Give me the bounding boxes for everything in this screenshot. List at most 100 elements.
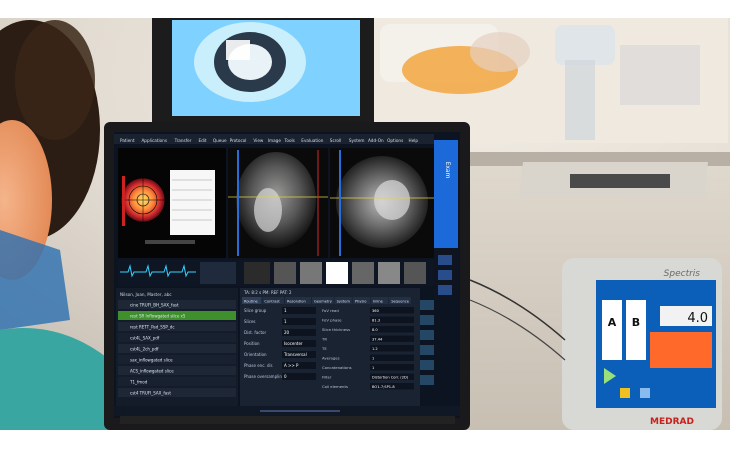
- param-label: Orientation: [244, 352, 267, 357]
- menu-item[interactable]: Add-On: [368, 138, 384, 143]
- injector-brand: MEDRAD: [650, 417, 694, 427]
- tool-icon[interactable]: [420, 345, 434, 355]
- params-tab-label: Routine: [244, 300, 258, 304]
- tool-icon[interactable]: [420, 375, 434, 385]
- injector-device: Spectris A B 4.0 MEDRAD: [562, 258, 722, 430]
- params-tab-label: Physio: [355, 300, 367, 304]
- syringe-b: [626, 300, 646, 360]
- tool-icon[interactable]: [438, 255, 452, 265]
- menu-item[interactable]: Tools: [284, 138, 295, 143]
- params-tab-label: Sequence: [391, 300, 410, 304]
- mri-viewport-coronal[interactable]: [228, 148, 328, 258]
- mri-viewport-axial[interactable]: [330, 148, 434, 258]
- tool-icon[interactable]: [438, 285, 452, 295]
- thumbnail[interactable]: [274, 262, 296, 284]
- param-value: 1: [372, 357, 374, 361]
- params-tab-label: Contrast: [264, 300, 280, 304]
- param-label: Phase enc. dir.: [244, 363, 273, 368]
- param-value: 8.0: [372, 328, 378, 332]
- tool-icon[interactable]: [420, 300, 434, 310]
- param-label: FoV phase: [322, 318, 342, 323]
- param-value: Transversal: [283, 352, 307, 357]
- color-scale: [122, 176, 125, 226]
- menu-item[interactable]: Scroll: [330, 138, 341, 143]
- injector-logo: Spectris: [664, 269, 701, 279]
- tool-icon[interactable]: [438, 270, 452, 280]
- param-field[interactable]: [282, 307, 316, 314]
- injector-panel-orange: [650, 332, 712, 368]
- menu-item[interactable]: Options: [387, 138, 403, 143]
- param-label: FoV read: [322, 308, 339, 313]
- param-field[interactable]: [370, 354, 414, 362]
- letterbox-bottom: [0, 430, 730, 450]
- letterbox-top: [0, 0, 730, 18]
- param-label: Slice thickness: [322, 327, 350, 332]
- patient-name: Nilson, Joan, Master, abc: [120, 292, 172, 297]
- param-label: Concatenations: [322, 365, 352, 370]
- param-value: 20: [284, 330, 290, 335]
- status-icon: [620, 388, 630, 398]
- tool-icon[interactable]: [420, 330, 434, 340]
- queue-row-label: sax_inflowgated slice: [130, 357, 173, 362]
- syringe-a: [602, 300, 622, 360]
- thumbnail[interactable]: [404, 262, 426, 284]
- params-heading: TA: 8:2 s PM: REF PAT: 2: [243, 290, 292, 295]
- menu-item[interactable]: Protocol: [230, 138, 247, 143]
- flow-rate-value: 4.0: [687, 311, 708, 326]
- tool-icon[interactable]: [420, 360, 434, 370]
- queue-row-label: cst4 TRUFI_SAX_fast: [130, 390, 171, 395]
- thumbnail[interactable]: [244, 262, 270, 284]
- params-tab-label: System: [337, 300, 351, 304]
- param-value: 81.3: [372, 319, 380, 323]
- menu-item[interactable]: Evaluation: [301, 138, 323, 143]
- thumbnail[interactable]: [352, 262, 374, 284]
- params-tab-label: Resolution: [287, 300, 306, 304]
- side-tab[interactable]: [434, 140, 458, 248]
- ecg-readout: [200, 262, 236, 284]
- param-value: Isocenter: [284, 341, 303, 346]
- param-label: Coil elements: [322, 384, 348, 389]
- menu-item[interactable]: View: [253, 138, 264, 143]
- menu-item[interactable]: Applications: [141, 138, 167, 143]
- param-field[interactable]: [282, 318, 316, 325]
- param-value: A >> P: [284, 363, 299, 368]
- param-label: TR: [321, 337, 327, 342]
- photo-scene: Patient Applications Transfer Edit Queue Prot…: [0, 0, 730, 450]
- menu-bar-items: Patient Applications Transfer Edit Queue Prot…: [120, 138, 418, 143]
- param-value: 1: [372, 366, 374, 370]
- thumbnail[interactable]: [300, 262, 322, 284]
- param-label: Phase oversampling: [244, 374, 285, 379]
- param-field[interactable]: [370, 364, 414, 371]
- queue-list: cine TRUFI_BH_SAX_fastrest SR Inflowgate…: [118, 300, 236, 397]
- params-tab-label: Inline: [373, 300, 384, 304]
- menu-item[interactable]: Queue: [213, 138, 227, 143]
- side-tab-label: Exam: [444, 162, 451, 179]
- thumbnail[interactable]: [326, 262, 348, 284]
- queue-row-label: cine TRUFI_BH_SAX_fast: [130, 302, 179, 307]
- menu-item[interactable]: System: [349, 138, 365, 143]
- param-label: Slice group: [244, 308, 267, 313]
- queue-row-label: rest SR Inflowgated slice x5: [130, 313, 186, 318]
- menu-item[interactable]: Patient: [120, 138, 135, 143]
- param-field[interactable]: [282, 373, 316, 380]
- bullseye-viewport[interactable]: [118, 148, 226, 258]
- param-label: Averages: [322, 356, 340, 361]
- menu-item[interactable]: Help: [409, 138, 419, 143]
- syringe-b-label: B: [632, 316, 640, 329]
- mri-control-room-photo: Patient Applications Transfer Edit Queue Prot…: [0, 0, 730, 450]
- menu-item[interactable]: Image: [268, 138, 282, 143]
- tool-icon[interactable]: [420, 315, 434, 325]
- thumbnail[interactable]: [378, 262, 400, 284]
- queue-row-label: rest RETT_Pad_SSP_dc: [130, 324, 175, 329]
- tray-label: [570, 174, 670, 188]
- params-tab-label: Geometry: [314, 300, 333, 304]
- menu-item[interactable]: Transfer: [174, 138, 192, 143]
- param-value: Distortion Corr. (2D): [372, 376, 409, 380]
- status-icon: [640, 388, 650, 398]
- menu-item[interactable]: Edit: [198, 138, 206, 143]
- progress-track: [260, 410, 340, 412]
- param-label: Position: [244, 341, 260, 346]
- param-label: Filter: [322, 375, 332, 380]
- param-value: BO1-7;SP1-8: [372, 385, 395, 389]
- syringe-a-label: A: [608, 316, 617, 329]
